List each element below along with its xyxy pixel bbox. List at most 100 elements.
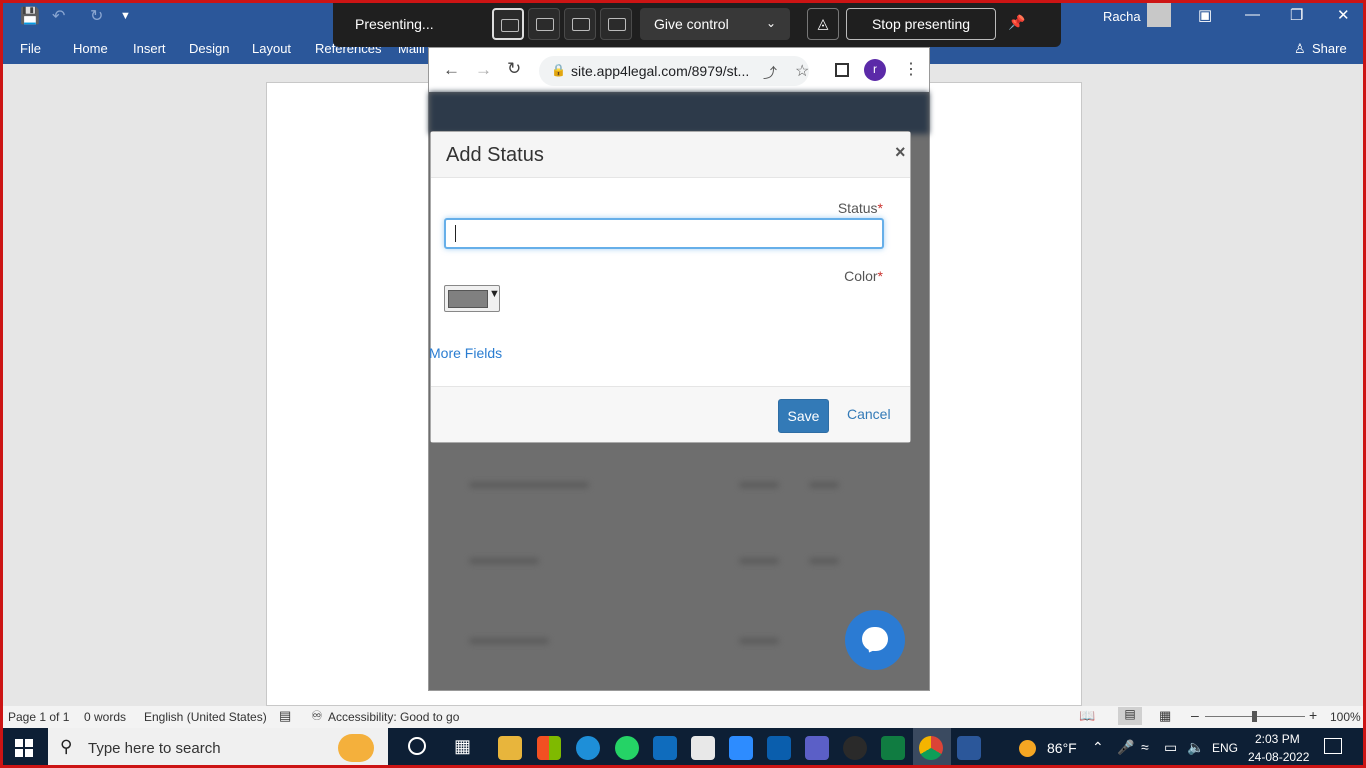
dialog-close-button[interactable]: × <box>895 142 906 163</box>
language-status[interactable]: English (United States) <box>144 710 267 724</box>
restore-icon[interactable]: ❐ <box>1290 6 1303 24</box>
browser-toolbar: ← → ↻ 🔒 site.app4legal.com/8979/st... ⤴ … <box>429 48 929 92</box>
tab-file[interactable]: File <box>20 41 41 56</box>
edge-icon[interactable] <box>576 736 600 760</box>
bookmark-star-icon[interactable]: ☆ <box>795 61 809 81</box>
share-button[interactable]: Share <box>1312 41 1347 56</box>
reload-icon[interactable]: ↻ <box>507 59 521 79</box>
proofing-icon[interactable]: ▤ <box>279 708 291 724</box>
give-control-dropdown[interactable]: Give control ⌄ <box>640 8 790 40</box>
save-icon[interactable]: 💾 <box>20 6 40 26</box>
side-panel-icon[interactable] <box>835 63 849 77</box>
excel-icon[interactable] <box>881 736 905 760</box>
search-icon: ⚲ <box>60 737 73 756</box>
teams-icon[interactable] <box>805 736 829 760</box>
notifications-icon[interactable] <box>1324 738 1342 754</box>
layout-standout-button[interactable] <box>528 8 560 40</box>
undo-icon[interactable]: ↶ <box>52 6 65 26</box>
chat-widget-button[interactable] <box>845 610 905 670</box>
tab-home[interactable]: Home <box>73 41 108 56</box>
text-caret <box>455 225 456 242</box>
file-explorer-icon[interactable] <box>498 736 522 760</box>
zoom-level[interactable]: 100% <box>1330 710 1361 724</box>
add-status-dialog: Add Status × Status* Color* ▼ More Field… <box>429 131 911 443</box>
battery-icon[interactable]: ▭ <box>1164 739 1177 756</box>
tab-design[interactable]: Design <box>189 41 229 56</box>
whatsapp-icon[interactable] <box>615 736 639 760</box>
layout-content-only-button[interactable] <box>492 8 524 40</box>
weather-temp[interactable]: 86°F <box>1047 740 1077 756</box>
microphone-icon[interactable]: 🎤 <box>1117 739 1134 756</box>
ribbon-display-icon[interactable]: ▣ <box>1198 6 1212 24</box>
more-fields-link[interactable]: More Fields <box>429 345 502 361</box>
layout-reporter-button[interactable] <box>600 8 632 40</box>
clock-time[interactable]: 2:03 PM <box>1255 732 1300 746</box>
chrome-icon[interactable] <box>919 736 943 760</box>
pin-icon[interactable]: 📌 <box>1008 14 1025 31</box>
color-picker[interactable]: ▼ <box>444 285 500 312</box>
redo-icon[interactable]: ↻ <box>90 6 103 26</box>
taskbar-search-box[interactable]: ⚲ Type here to search <box>48 728 388 768</box>
browser-menu-icon[interactable]: ⋮ <box>903 59 919 79</box>
save-button[interactable]: Save <box>778 399 829 433</box>
layout-side-by-side-button[interactable] <box>564 8 596 40</box>
share-page-icon[interactable]: ⤴ <box>763 63 777 83</box>
print-layout-icon[interactable]: ▤ <box>1118 707 1142 725</box>
volume-icon[interactable]: 🔈 <box>1187 739 1204 756</box>
status-input[interactable] <box>444 218 884 249</box>
accessibility-status[interactable]: Accessibility: Good to go <box>328 710 459 724</box>
give-control-label: Give control <box>654 16 729 32</box>
task-view-icon[interactable]: ▦ <box>454 736 471 757</box>
weather-icon[interactable] <box>1019 740 1036 757</box>
web-layout-icon[interactable]: ▦ <box>1159 708 1171 724</box>
color-swatch <box>448 290 488 308</box>
zoom-in-button[interactable]: + <box>1309 707 1317 723</box>
store-bag-icon[interactable] <box>691 736 715 760</box>
outlook-icon[interactable] <box>767 736 791 760</box>
user-name: Racha <box>1103 9 1141 24</box>
stop-presenting-button[interactable]: Stop presenting <box>846 8 996 40</box>
required-mark: * <box>877 268 883 284</box>
close-icon[interactable]: ✕ <box>1337 6 1350 24</box>
chevron-down-icon: ⌄ <box>766 16 777 30</box>
wifi-icon[interactable]: ≈ <box>1141 739 1149 755</box>
tray-chevron-icon[interactable]: ⌃ <box>1092 739 1104 756</box>
taskbar: ⚲ Type here to search ▦ <box>0 728 1366 768</box>
back-icon[interactable]: ← <box>443 60 460 80</box>
dialog-title: Add Status <box>446 144 544 166</box>
tab-insert[interactable]: Insert <box>133 41 166 56</box>
url-text: site.app4legal.com/8979/st... <box>571 63 750 79</box>
accessibility-icon[interactable]: ♾ <box>311 708 323 724</box>
profile-avatar[interactable]: r <box>864 59 886 81</box>
blurred-row <box>809 558 839 564</box>
forward-icon[interactable]: → <box>475 60 492 80</box>
customize-quick-access-icon[interactable]: ▼ <box>120 10 131 22</box>
color-field-label: Color* <box>811 268 883 284</box>
taskbar-search-placeholder: Type here to search <box>88 740 221 757</box>
tab-layout[interactable]: Layout <box>252 41 291 56</box>
zoom-out-button[interactable]: – <box>1191 707 1199 723</box>
read-mode-icon[interactable]: 📖 <box>1079 708 1095 724</box>
status-bar: Page 1 of 1 0 words English (United Stat… <box>0 706 1366 728</box>
word-count[interactable]: 0 words <box>84 710 126 724</box>
windows-start-icon[interactable] <box>15 739 33 757</box>
word-icon[interactable] <box>957 736 981 760</box>
dialog-footer: Save Cancel <box>431 386 910 442</box>
zoom-slider-thumb[interactable] <box>1252 711 1257 722</box>
cortana-icon[interactable] <box>408 737 426 755</box>
clock-date[interactable]: 24-08-2022 <box>1248 750 1309 764</box>
zoom-icon[interactable] <box>729 736 753 760</box>
input-language[interactable]: ENG <box>1212 741 1238 755</box>
stop-audio-share-icon[interactable]: ◬ <box>807 8 839 40</box>
minimize-icon[interactable]: — <box>1245 6 1260 23</box>
microsoft-store-icon[interactable] <box>537 736 561 760</box>
required-mark: * <box>877 200 883 216</box>
page-count[interactable]: Page 1 of 1 <box>8 710 69 724</box>
app-feather-icon[interactable] <box>843 736 867 760</box>
cancel-link[interactable]: Cancel <box>847 406 891 422</box>
status-label-text: Status <box>837 200 878 216</box>
mail-icon[interactable] <box>653 736 677 760</box>
blurred-row <box>469 638 549 644</box>
avatar[interactable] <box>1147 3 1171 27</box>
share-icon[interactable]: ♙ <box>1294 41 1306 57</box>
